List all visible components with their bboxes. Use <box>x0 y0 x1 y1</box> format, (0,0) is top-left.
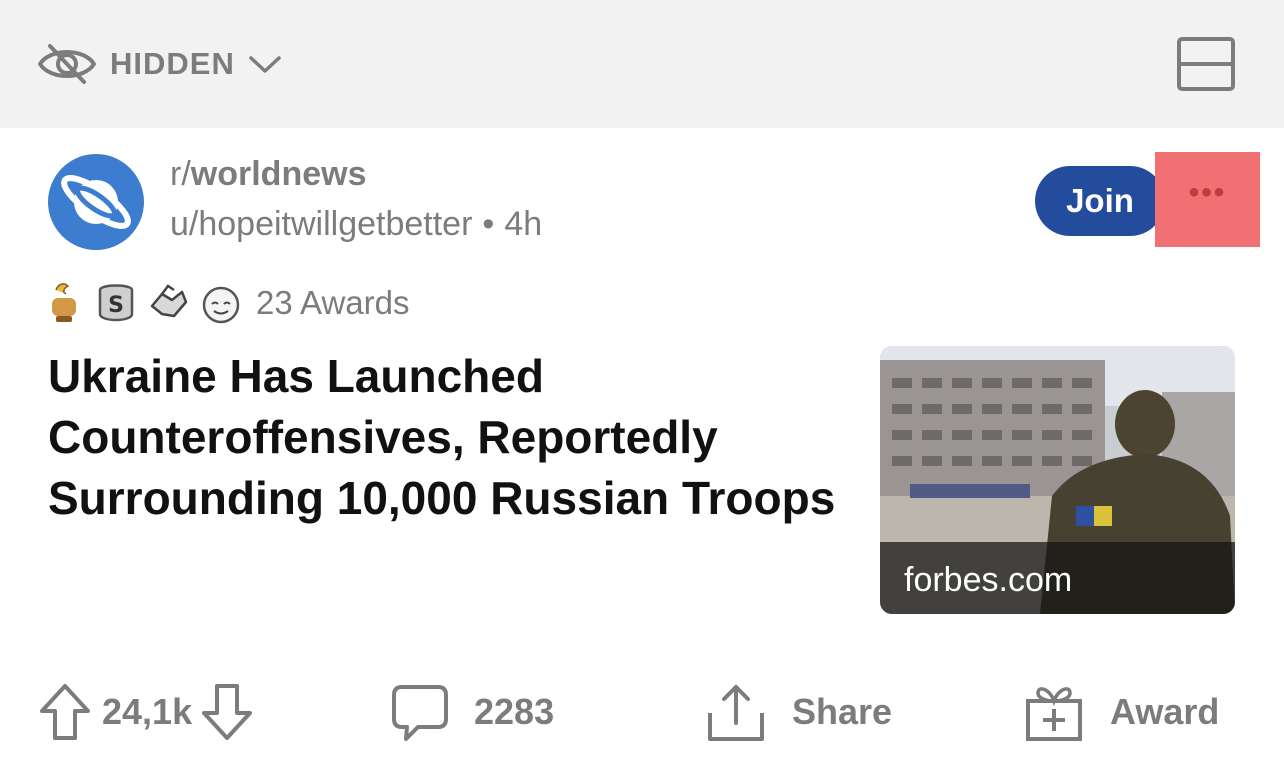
share-icon <box>708 685 764 741</box>
award-wholesome-icon <box>202 286 240 324</box>
card-layout-icon[interactable] <box>1176 36 1236 92</box>
eye-slash-icon <box>38 44 96 84</box>
award-label: Award <box>1110 691 1220 732</box>
share-label: Share <box>792 691 893 732</box>
gift-icon <box>1026 687 1082 741</box>
awards-count: 23 Awards <box>256 284 410 321</box>
subreddit-avatar[interactable] <box>48 154 144 250</box>
planet-icon <box>61 175 131 229</box>
comment-bubble-icon <box>392 685 448 741</box>
feed-header: HIDDEN <box>0 0 1284 128</box>
author-link[interactable]: u/hopeitwillgetbetter <box>170 205 472 243</box>
subreddit-link[interactable]: r/worldnews <box>170 155 366 194</box>
view-filter-label: HIDDEN <box>110 46 235 81</box>
post-action-bar: 24,1k 2283 Share Award <box>0 674 1284 754</box>
post-meta: u/hopeitwillgetbetter • 4h <box>170 205 542 244</box>
link-domain: forbes.com <box>904 561 1073 599</box>
vote-score: 24,1k <box>102 691 193 732</box>
more-options-icon: ••• <box>1188 175 1227 209</box>
subreddit-name: worldnews <box>190 155 367 193</box>
vote-controls: 24,1k <box>38 674 254 750</box>
awards-row[interactable]: S 23 Awards <box>44 278 410 328</box>
award-silver-icon: S <box>98 284 134 322</box>
award-trophy-icon <box>52 283 76 322</box>
join-button[interactable]: Join <box>1035 166 1165 236</box>
award-button[interactable]: Award <box>1024 674 1219 750</box>
more-options-button[interactable]: ••• <box>1155 152 1260 247</box>
view-filter-dropdown[interactable]: HIDDEN <box>36 38 283 90</box>
chevron-down-icon <box>249 56 281 73</box>
award-handshake-icon <box>150 284 188 318</box>
comment-count: 2283 <box>474 691 555 732</box>
share-button[interactable]: Share <box>704 674 892 750</box>
comments-button[interactable]: 2283 <box>390 674 554 750</box>
upvote-icon[interactable] <box>38 681 92 743</box>
downvote-icon[interactable] <box>200 681 254 743</box>
post-title[interactable]: Ukraine Has Launched Counteroffensives, … <box>48 346 838 529</box>
subreddit-prefix: r/ <box>170 155 191 193</box>
meta-separator: • <box>482 205 495 243</box>
post-age: 4h <box>504 205 543 243</box>
link-thumbnail[interactable]: forbes.com <box>880 346 1235 614</box>
svg-text:S: S <box>108 293 124 318</box>
